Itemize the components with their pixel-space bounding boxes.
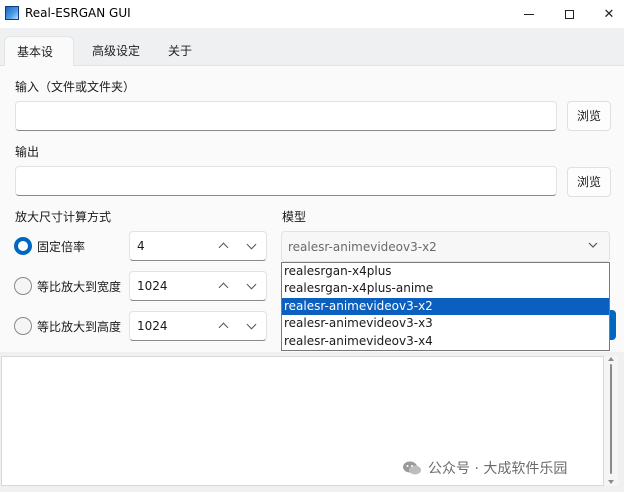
model-select[interactable]: realesr-animevideov3-x2 bbox=[281, 231, 610, 262]
tab-bar: 基本设定 高级设定 关于 bbox=[0, 28, 624, 89]
chevron-up-icon[interactable] bbox=[214, 237, 232, 255]
watermark: 公众号 · 大成软件乐园 bbox=[402, 458, 567, 478]
model-option[interactable]: realesrgan-x4plus-anime bbox=[282, 280, 609, 297]
maximize-icon bbox=[564, 9, 574, 19]
radio-fit-height[interactable] bbox=[14, 317, 32, 335]
scrollbar-thumb[interactable] bbox=[610, 364, 612, 474]
output-path-field[interactable] bbox=[15, 166, 557, 196]
chevron-down-icon[interactable] bbox=[242, 277, 260, 295]
stepper-value: 1024 bbox=[137, 319, 168, 333]
close-icon: ✕ bbox=[603, 6, 615, 22]
scale-method-label: 放大尺寸计算方式 bbox=[15, 210, 112, 224]
chevron-up-icon[interactable] bbox=[214, 277, 232, 295]
wechat-icon bbox=[403, 461, 421, 475]
scroll-up-icon[interactable] bbox=[608, 357, 614, 361]
input-path-field[interactable] bbox=[15, 101, 557, 131]
model-label: 模型 bbox=[282, 210, 307, 224]
fixed-ratio-stepper[interactable]: 4 bbox=[129, 231, 267, 261]
input-label: 输入（文件或文件夹） bbox=[15, 80, 136, 94]
output-browse-button[interactable]: 浏览 bbox=[567, 167, 611, 197]
window-title: Real-ESRGAN GUI bbox=[25, 6, 131, 20]
stepper-value: 4 bbox=[137, 239, 145, 253]
input-browse-button[interactable]: 浏览 bbox=[567, 101, 611, 131]
stepper-value: 1024 bbox=[137, 279, 168, 293]
tab-about[interactable]: 关于 bbox=[156, 36, 204, 66]
model-option[interactable]: realesr-animevideov3-x3 bbox=[282, 315, 609, 332]
start-button[interactable] bbox=[610, 310, 616, 340]
title-bar: Real-ESRGAN GUI ✕ bbox=[0, 0, 624, 28]
radio-fixed-ratio-label: 固定倍率 bbox=[37, 240, 86, 254]
scroll-down-icon[interactable] bbox=[608, 480, 614, 484]
tab-advanced-settings[interactable]: 高级设定 bbox=[80, 36, 152, 66]
app-icon bbox=[5, 6, 19, 20]
fit-height-stepper[interactable]: 1024 bbox=[129, 311, 267, 341]
radio-fit-width[interactable] bbox=[14, 277, 32, 295]
close-button[interactable]: ✕ bbox=[586, 0, 624, 28]
model-option-highlighted[interactable]: realesr-animevideov3-x2 bbox=[282, 297, 609, 316]
radio-fit-width-label: 等比放大到宽度 bbox=[37, 280, 122, 294]
chevron-down-icon bbox=[588, 242, 598, 248]
model-option[interactable]: realesr-animevideov3-x4 bbox=[282, 333, 609, 350]
chevron-up-icon[interactable] bbox=[214, 317, 232, 335]
log-scrollbar[interactable] bbox=[604, 356, 618, 486]
tab-basic-settings[interactable]: 基本设定 bbox=[4, 36, 74, 89]
model-select-value: realesr-animevideov3-x2 bbox=[288, 240, 437, 254]
chevron-down-icon[interactable] bbox=[242, 237, 260, 255]
model-option[interactable]: realesrgan-x4plus bbox=[282, 263, 609, 280]
radio-fit-height-label: 等比放大到高度 bbox=[37, 320, 122, 334]
radio-fixed-ratio[interactable] bbox=[14, 237, 32, 255]
chevron-down-icon[interactable] bbox=[242, 317, 260, 335]
fit-width-stepper[interactable]: 1024 bbox=[129, 271, 267, 301]
output-label: 输出 bbox=[15, 145, 40, 159]
watermark-text: 公众号 · 大成软件乐园 bbox=[428, 461, 568, 477]
minimize-icon bbox=[524, 13, 534, 15]
model-dropdown-list: realesrgan-x4plus realesrgan-x4plus-anim… bbox=[281, 262, 610, 351]
